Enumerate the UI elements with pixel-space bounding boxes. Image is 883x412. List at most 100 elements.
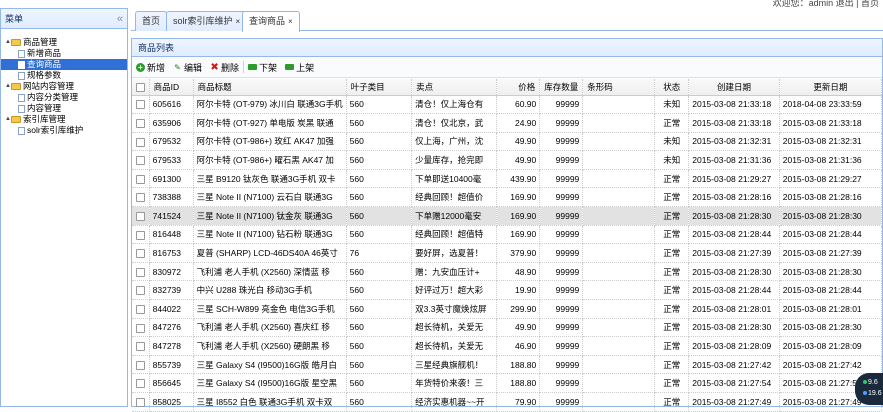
center-region: 首页 solr索引库维护 × 查询商品 × 商品列表 + 新增 ✎ 编辑 ✖ 删除 下架 xyxy=(131,8,883,412)
table-row[interactable]: 858025 三星 I8552 白色 联通3G手机 双卡双 560 经济实惠机器~~开… xyxy=(132,392,883,412)
list-button[interactable]: 上架 xyxy=(285,61,314,74)
tree-item[interactable]: 新增商品 xyxy=(1,48,127,59)
column-header[interactable]: 商品标题 xyxy=(193,79,347,96)
table-row[interactable]: 635906 阿尔卡特 (OT-927) 单电版 炭黑 联通 560 清仓！仅北京，武… xyxy=(132,113,883,133)
tree-item[interactable]: 规格参数 xyxy=(1,70,127,81)
table-cell: 560 xyxy=(346,206,413,226)
west-panel-header: 菜单 « xyxy=(1,9,127,29)
row-checkbox[interactable] xyxy=(132,150,150,170)
table-row[interactable]: 816448 三星 Note II (N7100) 钻石粉 联通3G 560 经典回顾… xyxy=(132,225,883,245)
collapse-left-icon[interactable]: « xyxy=(117,13,123,25)
table-cell: 正常 xyxy=(654,262,690,282)
tab-2[interactable]: 查询商品 × xyxy=(242,11,300,32)
row-checkbox[interactable] xyxy=(132,299,150,319)
table-cell: 188.80 xyxy=(496,355,541,375)
table-cell: 560 xyxy=(346,355,413,375)
table-cell: 三星 Galaxy S4 (I9500)16G版 星空黑 xyxy=(193,373,347,393)
tab-1[interactable]: solr索引库维护 × xyxy=(166,11,248,31)
delete-button[interactable]: ✖ 删除 xyxy=(210,61,239,74)
close-icon[interactable]: × xyxy=(236,17,241,26)
table-row[interactable]: 605616 阿尔卡特 (OT-979) 冰川白 联通3G手机 560 清仓！仅上海仓… xyxy=(132,95,883,115)
table-cell: 560 xyxy=(346,373,413,393)
table-cell: 560 xyxy=(346,336,413,356)
toolbar: + 新增 ✎ 编辑 ✖ 删除 下架 上架 xyxy=(132,57,882,78)
floating-speed-badge[interactable]: 9.6 19.6 xyxy=(855,373,883,405)
row-checkbox[interactable] xyxy=(132,392,150,412)
row-checkbox[interactable] xyxy=(132,206,150,226)
column-header[interactable]: 状态 xyxy=(654,79,690,96)
row-checkbox[interactable] xyxy=(132,355,150,375)
table-cell: 49.90 xyxy=(496,318,541,338)
table-cell: 855739 xyxy=(149,355,194,375)
tree-item[interactable]: solr索引库维护 xyxy=(1,125,127,136)
tree-folder[interactable]: ▲ 商品管理 xyxy=(1,37,127,48)
row-checkbox[interactable] xyxy=(132,225,150,245)
table-cell: 正常 xyxy=(654,336,690,356)
table-cell: 要好屏，选夏普！ xyxy=(411,243,498,263)
table-cell: 169.90 xyxy=(496,187,541,208)
row-checkbox[interactable] xyxy=(132,318,150,338)
product-table: 商品ID 商品标题 叶子类目 卖点 价格 库存数量 条形码 状态 创建日期 更新日期 605616… xyxy=(132,79,883,412)
row-checkbox[interactable] xyxy=(132,373,150,393)
table-row[interactable]: 855739 三星 Galaxy S4 (I9500)16G版 皓月白 560 三星经… xyxy=(132,355,883,375)
table-cell: 正常 xyxy=(654,318,690,338)
row-checkbox[interactable] xyxy=(132,113,150,133)
tree-label: 内容管理 xyxy=(27,103,62,113)
edit-button[interactable]: ✎ 编辑 xyxy=(173,61,202,74)
table-row[interactable]: 738388 三星 Note II (N7100) 云石白 联通3G 560 经典回顾… xyxy=(132,187,883,208)
column-header[interactable]: 创建日期 xyxy=(688,79,780,96)
unlist-button[interactable]: 下架 xyxy=(248,61,277,74)
table-row[interactable]: 847276 飞利浦 老人手机 (X2560) 喜庆红 移 560 超长待机，关爱无 4… xyxy=(132,318,883,338)
tree-item[interactable]: 内容管理 xyxy=(1,103,127,114)
column-header[interactable]: 更新日期 xyxy=(779,79,883,96)
table-cell: 24.90 xyxy=(496,113,541,133)
table-row[interactable]: 679532 阿尔卡特 (OT-986+) 玫红 AK47 加强 560 仅上海，广州… xyxy=(132,132,883,152)
column-header[interactable]: 商品ID xyxy=(149,79,194,96)
table-cell xyxy=(582,206,656,226)
table-row[interactable]: 679533 阿尔卡特 (OT-986+) 曜石黑 AK47 加 560 少量库存，抢… xyxy=(132,150,883,170)
row-checkbox[interactable] xyxy=(132,187,150,208)
row-checkbox[interactable] xyxy=(132,95,150,115)
row-checkbox[interactable] xyxy=(132,169,150,189)
table-row[interactable]: 830972 飞利浦 老人手机 (X2560) 深情蓝 移 560 赠：九安血压计+ 4… xyxy=(132,262,883,282)
table-cell: 清仓！仅上海仓有 xyxy=(411,95,498,115)
file-icon xyxy=(18,49,25,58)
tree-label: 新增商品 xyxy=(27,48,62,58)
table-row[interactable]: 691300 三星 B9120 钛灰色 联通3G手机 双卡 560 下单即送10400… xyxy=(132,169,883,189)
column-header[interactable]: 价格 xyxy=(496,79,541,96)
close-icon[interactable]: × xyxy=(288,17,293,26)
table-cell: 844022 xyxy=(149,299,194,319)
tab-label: 查询商品 xyxy=(249,16,286,26)
add-button[interactable]: + 新增 xyxy=(136,61,165,74)
row-checkbox[interactable] xyxy=(132,336,150,356)
tree-folder[interactable]: ▲ 索引库管理 xyxy=(1,114,127,125)
tab-label: 首页 xyxy=(142,16,161,26)
table-row[interactable]: 844022 三星 SCH-W899 亮金色 电信3G手机 560 双3.3英寸魔焕炫… xyxy=(132,299,883,319)
table-cell: 2015-03-08 21:28:16 xyxy=(688,187,780,208)
delete-label: 删除 xyxy=(221,62,240,73)
column-header[interactable]: 叶子类目 xyxy=(346,79,413,96)
select-all-checkbox[interactable] xyxy=(132,79,150,96)
table-row[interactable]: 847278 飞利浦 老人手机 (X2560) 硬朗黑 移 560 超长待机，关爱无 4… xyxy=(132,336,883,356)
column-header[interactable]: 条形码 xyxy=(582,79,656,96)
table-cell: 经典回顾！超值特 xyxy=(411,225,498,245)
file-icon xyxy=(18,93,25,102)
column-header[interactable]: 卖点 xyxy=(411,79,498,96)
row-checkbox[interactable] xyxy=(132,132,150,152)
row-checkbox[interactable] xyxy=(132,262,150,282)
table-row[interactable]: 832739 中兴 U288 珠光白 移动3G手机 560 好评过万！超大彩 19.90… xyxy=(132,280,883,301)
table-row[interactable]: 856645 三星 Galaxy S4 (I9500)16G版 星空黑 560 年货特… xyxy=(132,373,883,393)
row-checkbox[interactable] xyxy=(132,243,150,263)
table-cell xyxy=(582,262,656,282)
table-cell: 未知 xyxy=(654,150,690,170)
tree-item[interactable]: 内容分类管理 xyxy=(1,92,127,103)
tree-label: 索引库管理 xyxy=(23,114,66,124)
tree-item[interactable]: 查询商品 xyxy=(1,59,127,70)
table-cell: 679533 xyxy=(149,150,194,170)
row-checkbox[interactable] xyxy=(132,280,150,301)
table-row[interactable]: 741524 三星 Note II (N7100) 钛金灰 联通3G 560 下单赠1… xyxy=(132,206,883,226)
table-row[interactable]: 816753 夏普 (SHARP) LCD-46DS40A 46英寸 76 要好屏，选… xyxy=(132,243,883,263)
column-header[interactable]: 库存数量 xyxy=(539,79,584,96)
tab-0[interactable]: 首页 xyxy=(135,11,168,31)
tree-folder[interactable]: ▲ 网站内容管理 xyxy=(1,81,127,92)
